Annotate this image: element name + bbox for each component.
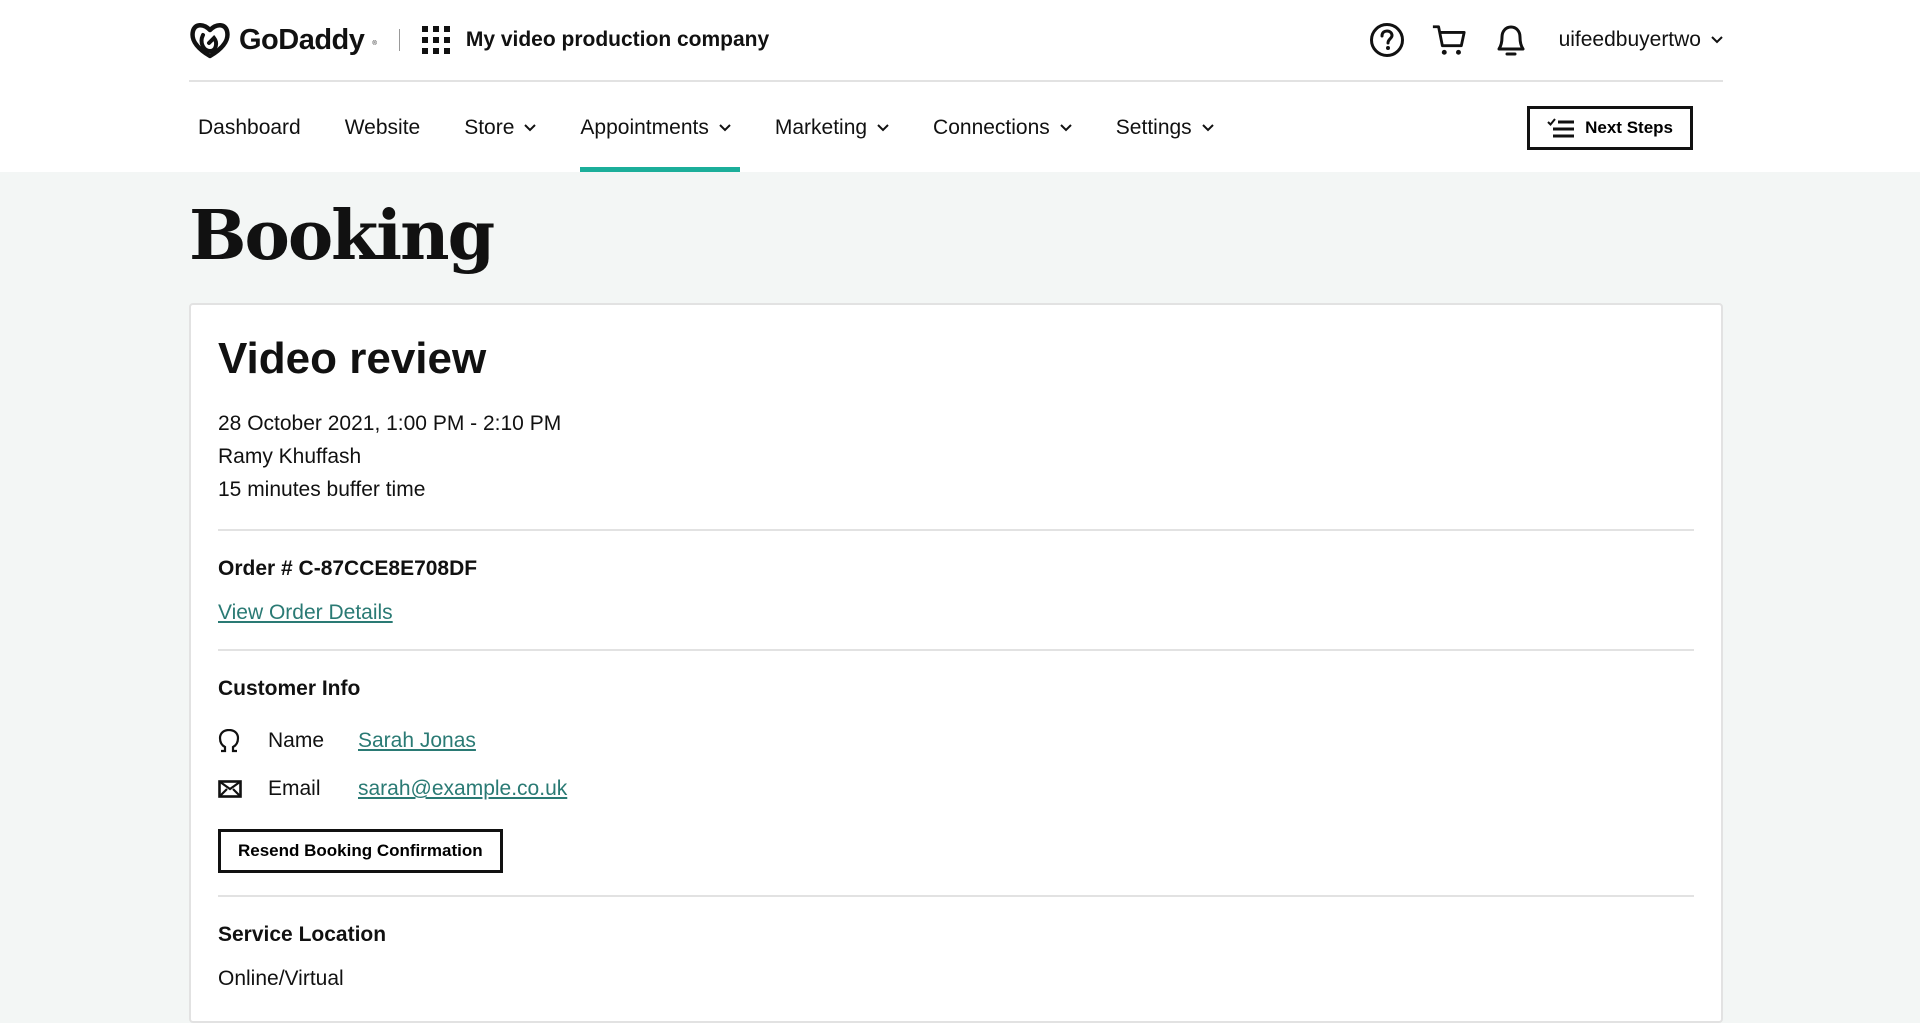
help-button[interactable] (1369, 22, 1405, 58)
nav-label: Appointments (580, 116, 709, 139)
nav-label: Connections (933, 116, 1050, 139)
customer-email-row: Email sarah@example.co.uk (218, 765, 1694, 813)
person-icon (218, 729, 240, 753)
company-name[interactable]: My video production company (466, 28, 769, 52)
top-bar: GoDaddy ® My video production company ui… (0, 0, 1920, 172)
godaddy-logo[interactable]: GoDaddy ® (189, 21, 377, 59)
page-title: Booking (189, 196, 495, 276)
nav-website[interactable]: Website (336, 84, 429, 172)
chevron-down-icon (1060, 124, 1072, 132)
service-title: Video review (218, 334, 487, 383)
apps-grid-icon[interactable] (421, 26, 450, 54)
nav-label: Dashboard (198, 116, 301, 139)
main-nav: Dashboard Website Store Appointments Mar… (189, 84, 1723, 172)
checklist-icon (1547, 118, 1575, 138)
chevron-down-icon (1201, 124, 1214, 132)
help-icon (1369, 23, 1404, 57)
nav-settings[interactable]: Settings (1107, 84, 1223, 172)
nav-appointments[interactable]: Appointments (571, 84, 741, 172)
customer-email-link[interactable]: sarah@example.co.uk (358, 777, 567, 801)
bell-icon (1497, 25, 1525, 56)
nav-label: Store (464, 116, 515, 139)
nav-label: Website (344, 116, 421, 139)
divider (218, 529, 1694, 531)
booking-datetime: 28 October 2021, 1:00 PM - 2:10 PM (218, 412, 562, 435)
chevron-down-icon (1711, 36, 1723, 44)
booking-card: Video review 28 October 2021, 1:00 PM - … (189, 303, 1723, 1023)
page-content: Booking Video review 28 October 2021, 1:… (189, 172, 1723, 1023)
divider (218, 895, 1694, 897)
godaddy-heart-icon (190, 23, 230, 59)
booking-meta: 28 October 2021, 1:00 PM - 2:10 PM Ramy … (218, 407, 1694, 506)
nav-store[interactable]: Store (455, 84, 545, 172)
nav-marketing[interactable]: Marketing (766, 84, 898, 172)
notifications-button[interactable] (1493, 22, 1529, 58)
divider (218, 649, 1694, 651)
trademark: ® (372, 41, 377, 47)
customer-name-link[interactable]: Sarah Jonas (358, 729, 476, 753)
brand-name: GoDaddy (239, 23, 365, 56)
customer-name-row: Name Sarah Jonas (218, 717, 1694, 765)
email-label: Email (268, 777, 321, 800)
customer-info-title: Customer Info (218, 677, 361, 700)
customer-info: Name Sarah Jonas Email sarah@example.co.… (218, 717, 1694, 813)
next-steps-label: Next Steps (1585, 118, 1673, 137)
username: uifeedbuyertwo (1558, 28, 1701, 51)
nav-label: Settings (1115, 116, 1192, 139)
resend-confirmation-button[interactable]: Resend Booking Confirmation (218, 829, 503, 873)
nav-connections[interactable]: Connections (924, 84, 1081, 172)
order-number: Order # C-87CCE8E708DF (218, 557, 478, 580)
cart-button[interactable] (1431, 22, 1467, 58)
next-steps-button[interactable]: Next Steps (1527, 106, 1693, 150)
chevron-down-icon (719, 124, 731, 132)
nav-label: Marketing (774, 116, 868, 139)
buffer-time: 15 minutes buffer time (218, 478, 426, 501)
header-actions: uifeedbuyertwo (1369, 22, 1723, 58)
view-order-details-link[interactable]: View Order Details (218, 601, 393, 624)
chevron-down-icon (877, 124, 889, 132)
name-label: Name (268, 729, 325, 752)
account-menu[interactable]: uifeedbuyertwo (1559, 28, 1723, 52)
service-location-value: Online/Virtual (218, 967, 344, 990)
service-location-title: Service Location (218, 923, 387, 946)
cart-icon (1432, 25, 1466, 55)
nav-dashboard[interactable]: Dashboard (189, 84, 310, 172)
staff-name: Ramy Khuffash (218, 445, 362, 468)
envelope-icon (218, 780, 242, 798)
chevron-down-icon (524, 124, 537, 132)
header-divider (398, 29, 400, 51)
header: GoDaddy ® My video production company ui… (189, 0, 1723, 82)
